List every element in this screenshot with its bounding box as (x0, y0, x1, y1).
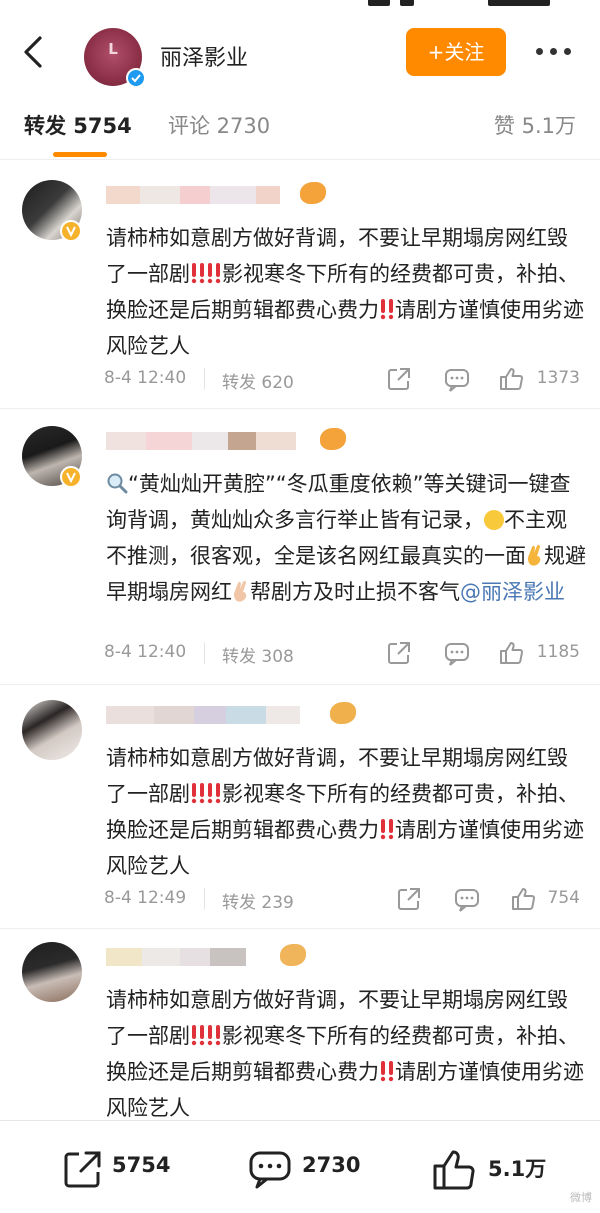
double-exclamation-emoji (380, 298, 394, 320)
repost-content: 请柿柿如意剧方做好背调，不要让早期塌房网红毁了一部剧 影视寒冬下所有的经费都可贵，… (106, 226, 584, 358)
like-count: 1185 (536, 642, 580, 662)
watermark: 微博 (570, 1191, 592, 1204)
share-icon[interactable] (386, 640, 412, 666)
double-exclamation-emoji (191, 1024, 205, 1046)
repost-count[interactable]: 转发 308 (222, 642, 294, 667)
header: L 丽泽影业 +关注 (0, 14, 600, 92)
share-icon[interactable] (396, 886, 422, 912)
account-name[interactable]: 丽泽影业 (160, 40, 248, 72)
laugh-emoji (484, 510, 504, 530)
username-blurred[interactable] (106, 428, 346, 454)
meta-divider (204, 368, 205, 390)
repost-count[interactable]: 转发 239 (222, 888, 294, 913)
like-count: 754 (547, 888, 580, 908)
bottom-action-bar: 5754 2730 5.1万 微博 (0, 1120, 600, 1213)
crossed-fingers-emoji (526, 541, 544, 566)
user-badge-icon (300, 182, 326, 204)
bottom-like-button[interactable]: 5.1万 (432, 1149, 546, 1190)
active-tab-indicator (53, 152, 107, 157)
search-icon (106, 469, 128, 494)
repost-time: 8-4 12:49 (104, 888, 187, 908)
like-count: 1373 (536, 368, 580, 388)
repost-time: 8-4 12:40 (104, 642, 187, 662)
tab-comment[interactable]: 评论 2730 (168, 110, 270, 140)
item-divider (0, 928, 600, 929)
comment-icon[interactable] (444, 640, 470, 666)
double-exclamation-emoji (191, 262, 205, 284)
meta-divider (204, 642, 205, 664)
tab-repost[interactable]: 转发 5754 (24, 110, 132, 140)
verified-badge-icon (60, 466, 82, 488)
double-exclamation-emoji (380, 1060, 394, 1082)
more-icon (536, 48, 543, 55)
bottom-like-count: 5.1万 (488, 1157, 547, 1181)
repost-meta: 8-4 12:40 转发 308 1185 (104, 638, 584, 668)
like-icon (433, 1150, 475, 1190)
bottom-comment-button[interactable]: 2730 (248, 1149, 360, 1189)
like-icon[interactable] (510, 886, 536, 912)
bottom-repost-count: 5754 (112, 1153, 171, 1177)
bottom-comment-count: 2730 (302, 1153, 361, 1177)
back-button[interactable] (18, 34, 50, 70)
verified-icon (126, 68, 146, 88)
repost-content: “黄灿灿开黄腔”“冬瓜重度依赖”等关键词一键查询背调，黄灿灿众多言行举止皆有记录… (106, 466, 586, 610)
meta-divider (204, 888, 205, 910)
user-avatar[interactable] (22, 700, 82, 760)
tab-bar: 转发 5754 评论 2730 赞 5.1万 (0, 94, 600, 160)
double-exclamation-emoji (380, 818, 394, 840)
repost-time: 8-4 12:40 (104, 368, 187, 388)
repost-meta: 8-4 12:40 转发 620 1373 (104, 364, 584, 394)
bottom-repost-button[interactable]: 5754 (62, 1149, 170, 1189)
like-icon[interactable] (498, 366, 524, 392)
mention-link[interactable]: @丽泽影业 (460, 580, 565, 604)
account-avatar[interactable]: L (84, 28, 146, 88)
double-exclamation-emoji (191, 782, 205, 804)
repost-meta: 8-4 12:49 转发 239 754 (104, 884, 584, 914)
user-badge-icon (280, 944, 306, 966)
double-exclamation-emoji (207, 262, 221, 284)
back-icon (24, 36, 42, 68)
follow-button[interactable]: +关注 (406, 28, 506, 76)
double-exclamation-emoji (207, 1024, 221, 1046)
like-icon[interactable] (498, 640, 524, 666)
more-button[interactable] (532, 44, 576, 60)
share-icon (64, 1151, 101, 1188)
username-blurred[interactable] (106, 944, 306, 970)
brand-logo: L (108, 40, 118, 58)
repost-count[interactable]: 转发 620 (222, 368, 294, 393)
share-icon[interactable] (386, 366, 412, 392)
status-bar (0, 0, 600, 14)
comment-icon (249, 1151, 291, 1189)
user-avatar[interactable] (22, 942, 82, 1002)
repost-content: 请柿柿如意剧方做好背调，不要让早期塌房网红毁了一部剧 影视寒冬下所有的经费都可贵，… (106, 746, 584, 878)
crossed-fingers-emoji (232, 577, 250, 602)
tab-like[interactable]: 赞 5.1万 (494, 110, 576, 140)
user-badge-icon (330, 702, 356, 724)
comment-icon[interactable] (444, 366, 470, 392)
username-blurred[interactable] (106, 702, 356, 728)
repost-content: 请柿柿如意剧方做好背调，不要让早期塌房网红毁了一部剧 影视寒冬下所有的经费都可贵，… (106, 988, 584, 1120)
username-blurred[interactable] (106, 182, 326, 208)
verified-badge-icon (60, 220, 82, 242)
comment-icon[interactable] (454, 886, 480, 912)
double-exclamation-emoji (207, 782, 221, 804)
item-divider (0, 408, 600, 409)
item-divider (0, 684, 600, 685)
user-badge-icon (320, 428, 346, 450)
